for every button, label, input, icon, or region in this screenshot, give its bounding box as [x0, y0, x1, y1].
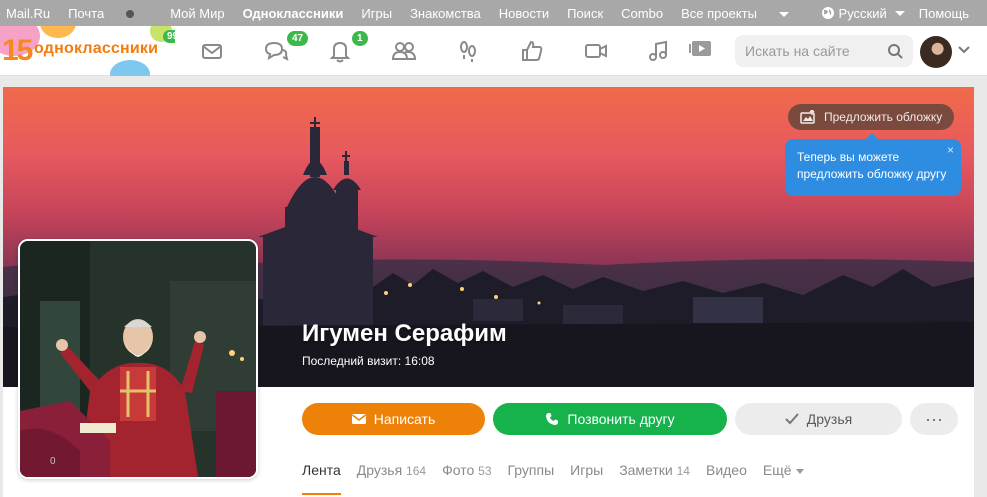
portal-top-bar: Mail.Ru Почта Мой Мир Одноклассники Игры… [0, 0, 987, 26]
write-message-button[interactable]: Написать [302, 403, 485, 435]
link-odnoklassniki[interactable]: Одноклассники [243, 6, 344, 21]
tab-label: Заметки [619, 462, 673, 478]
tab-label: Ещё [762, 462, 792, 478]
help-link[interactable]: Помощь [919, 6, 969, 21]
tab-label: Лента [302, 462, 341, 478]
link-mail-label: Почта [68, 5, 105, 21]
friends-status-button[interactable]: Друзья [735, 403, 902, 435]
phone-icon [546, 413, 559, 425]
language-label: Русский [838, 5, 887, 21]
portal-links: Mail.Ru Почта Мой Мир Одноклассники Игры… [6, 0, 825, 26]
photo-counter: 0 [50, 456, 56, 467]
chevron-down-icon [894, 10, 905, 16]
user-avatar[interactable] [920, 36, 952, 68]
link-dating[interactable]: Знакомства [410, 6, 481, 21]
tab-label: Друзья [356, 462, 403, 478]
discussions-badge: 47 [287, 31, 309, 46]
link-mail[interactable]: Почта [68, 6, 152, 21]
profile-name: Игумен Серафим [302, 320, 507, 347]
link-games[interactable]: Игры [361, 6, 392, 21]
logo-balloon [110, 60, 150, 76]
tab-label: Видео [705, 462, 747, 478]
ok-logo[interactable]: 15 одноклассники 99+ [0, 26, 175, 76]
chevron-down-icon [778, 11, 789, 17]
close-icon[interactable]: × [947, 142, 954, 159]
mail-status-dot-icon [126, 10, 135, 19]
chevron-down-icon[interactable] [958, 46, 970, 54]
messages-icon[interactable] [199, 38, 225, 64]
profile-tabs: Лента Друзья 164 Фото 53 Группы Игры Зам… [302, 462, 804, 497]
checkmark-icon [785, 413, 799, 425]
likes-thumb-icon[interactable] [519, 38, 545, 64]
more-options-icon: ··· [925, 408, 943, 429]
link-moymir[interactable]: Мой Мир [170, 6, 224, 21]
friends-icon[interactable] [391, 38, 417, 64]
link-news[interactable]: Новости [499, 6, 549, 21]
music-note-icon[interactable] [646, 38, 672, 64]
tab-video[interactable]: Видео [706, 462, 747, 497]
tab-groups[interactable]: Группы [508, 462, 555, 497]
friends-status-label: Друзья [806, 411, 853, 427]
logo-text: одноклассники [34, 40, 159, 57]
site-search [735, 35, 913, 67]
tab-label: Фото [442, 462, 475, 478]
profile-photo[interactable]: 0 [18, 239, 258, 479]
link-mailru[interactable]: Mail.Ru [6, 6, 50, 21]
tab-count: 14 [676, 464, 690, 478]
tab-friends[interactable]: Друзья 164 [357, 462, 426, 497]
suggest-cover-label: Предложить обложку [824, 110, 943, 124]
video-player-icon[interactable] [688, 36, 714, 62]
envelope-icon [351, 414, 366, 424]
search-icon[interactable] [887, 43, 903, 59]
suggest-cover-button[interactable]: Предложить обложку [788, 104, 955, 130]
tab-count: 164 [406, 464, 427, 478]
image-upload-icon [800, 110, 815, 124]
tooltip-text: Теперь вы можете предложить обложку друг… [797, 150, 947, 181]
link-search[interactable]: Поиск [567, 6, 603, 21]
search-input[interactable] [745, 35, 875, 67]
globe-icon [821, 7, 834, 19]
notifications-bell-icon[interactable] [327, 38, 353, 64]
tab-more[interactable]: Ещё [763, 462, 804, 497]
call-friend-label: Позвонить другу [567, 411, 675, 427]
all-projects-dropdown[interactable]: Все проекты [681, 6, 807, 21]
tab-notes[interactable]: Заметки 14 [619, 462, 690, 497]
tab-photos[interactable]: Фото 53 [442, 462, 491, 497]
tab-label: Группы [507, 462, 555, 478]
video-camera-icon[interactable] [583, 38, 609, 64]
notifications-badge: 1 [352, 31, 368, 46]
language-selector[interactable]: Русский [821, 6, 905, 21]
tab-feed[interactable]: Лента [302, 462, 341, 497]
discussions-icon[interactable] [263, 38, 289, 64]
main-header: 15 одноклассники 99+ 47 1 [0, 26, 987, 76]
logo-balloon [40, 26, 76, 38]
portal-right: Русский Помощь [821, 0, 969, 26]
more-options-button[interactable]: ··· [910, 403, 958, 435]
logo-badge: 99+ [163, 30, 175, 43]
tab-count: 53 [478, 464, 492, 478]
profile-photo-image [20, 241, 256, 477]
chevron-down-icon [795, 468, 804, 474]
tab-label: Игры [570, 462, 604, 478]
guests-footprints-icon[interactable] [455, 38, 481, 64]
last-visit: Последний визит: 16:08 [302, 354, 435, 368]
call-friend-button[interactable]: Позвонить другу [493, 403, 727, 435]
all-projects-label: Все проекты [681, 5, 757, 21]
write-message-label: Написать [373, 411, 436, 427]
logo-anniversary-number: 15 [2, 34, 33, 67]
tab-games[interactable]: Игры [570, 462, 603, 497]
cover-tooltip: Теперь вы можете предложить обложку друг… [785, 133, 961, 196]
link-combo[interactable]: Combo [621, 6, 663, 21]
